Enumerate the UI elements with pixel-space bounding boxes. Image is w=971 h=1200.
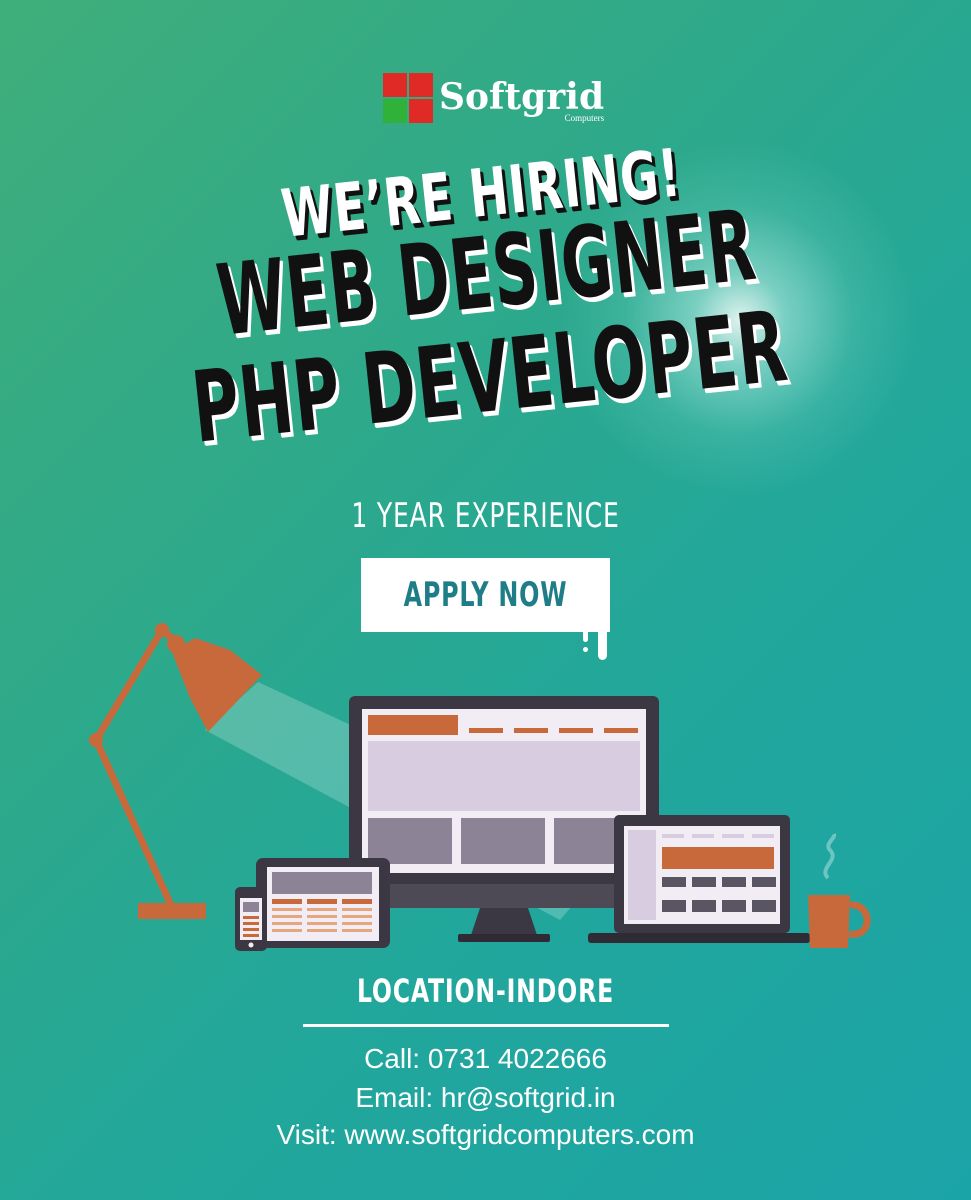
desk-lamp-icon bbox=[89, 623, 262, 919]
logo-mark-icon bbox=[383, 73, 433, 123]
desktop-monitor-icon bbox=[349, 696, 659, 942]
phone-icon bbox=[235, 887, 267, 951]
divider bbox=[303, 1024, 669, 1027]
workspace-illustration bbox=[89, 623, 871, 951]
coffee-mug-icon bbox=[808, 833, 871, 948]
softgrid-logo: Softgrid Computers bbox=[383, 73, 604, 123]
logo-subtitle: Computers bbox=[564, 113, 605, 123]
logo-text: Softgrid Computers bbox=[439, 73, 604, 123]
job-location: LOCATION-INDORE bbox=[356, 972, 615, 1010]
contact-phone: Call: 0731 4022666 bbox=[364, 1043, 607, 1074]
tablet-icon bbox=[256, 858, 390, 948]
laptop-icon bbox=[588, 815, 810, 943]
experience-requirement: 1 YEAR EXPERIENCE bbox=[351, 496, 620, 536]
contact-website: Visit: www.softgridcomputers.com bbox=[276, 1119, 695, 1150]
logo-name: Softgrid bbox=[439, 76, 605, 118]
contact-email: Email: hr@softgrid.in bbox=[355, 1082, 616, 1113]
hiring-poster: Softgrid Computers WE’RE HIRING! WEB DES… bbox=[0, 0, 971, 1200]
